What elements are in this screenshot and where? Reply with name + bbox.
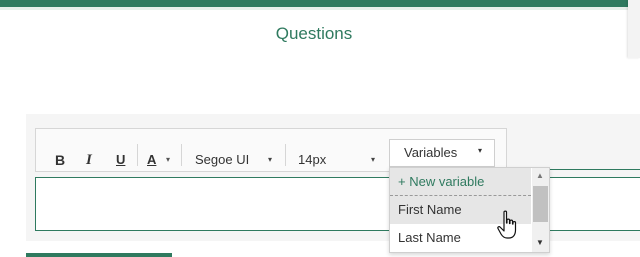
bottom-accent-tab <box>26 253 172 257</box>
font-size-select[interactable]: 14px <box>298 152 326 168</box>
bold-button[interactable]: B <box>55 152 65 168</box>
toolbar-separator <box>285 144 286 166</box>
scroll-down-icon[interactable]: ▼ <box>536 238 544 247</box>
scroll-up-icon[interactable]: ▲ <box>536 171 544 180</box>
scrollbar-thumb[interactable] <box>533 186 548 222</box>
font-color-button[interactable]: A <box>147 152 156 168</box>
page-title: Questions <box>275 24 353 43</box>
variables-caret-icon[interactable]: ▾ <box>478 146 482 155</box>
font-color-caret-icon[interactable]: ▾ <box>166 152 170 168</box>
variables-label[interactable]: Variables <box>404 145 457 160</box>
top-accent-bar <box>0 0 628 7</box>
menu-item-new-variable[interactable]: + New variable <box>390 168 531 196</box>
font-size-caret-icon[interactable]: ▾ <box>371 152 375 168</box>
top-accent-divider <box>0 7 628 10</box>
italic-button[interactable]: I <box>86 152 92 168</box>
toolbar-separator <box>181 144 182 166</box>
font-family-caret-icon[interactable]: ▾ <box>268 152 272 168</box>
underline-button[interactable]: U <box>116 152 125 168</box>
side-panel-edge <box>628 0 640 58</box>
toolbar-separator <box>137 144 138 166</box>
hand-pointer-icon <box>497 210 517 239</box>
font-family-select[interactable]: Segoe UI <box>195 152 249 168</box>
